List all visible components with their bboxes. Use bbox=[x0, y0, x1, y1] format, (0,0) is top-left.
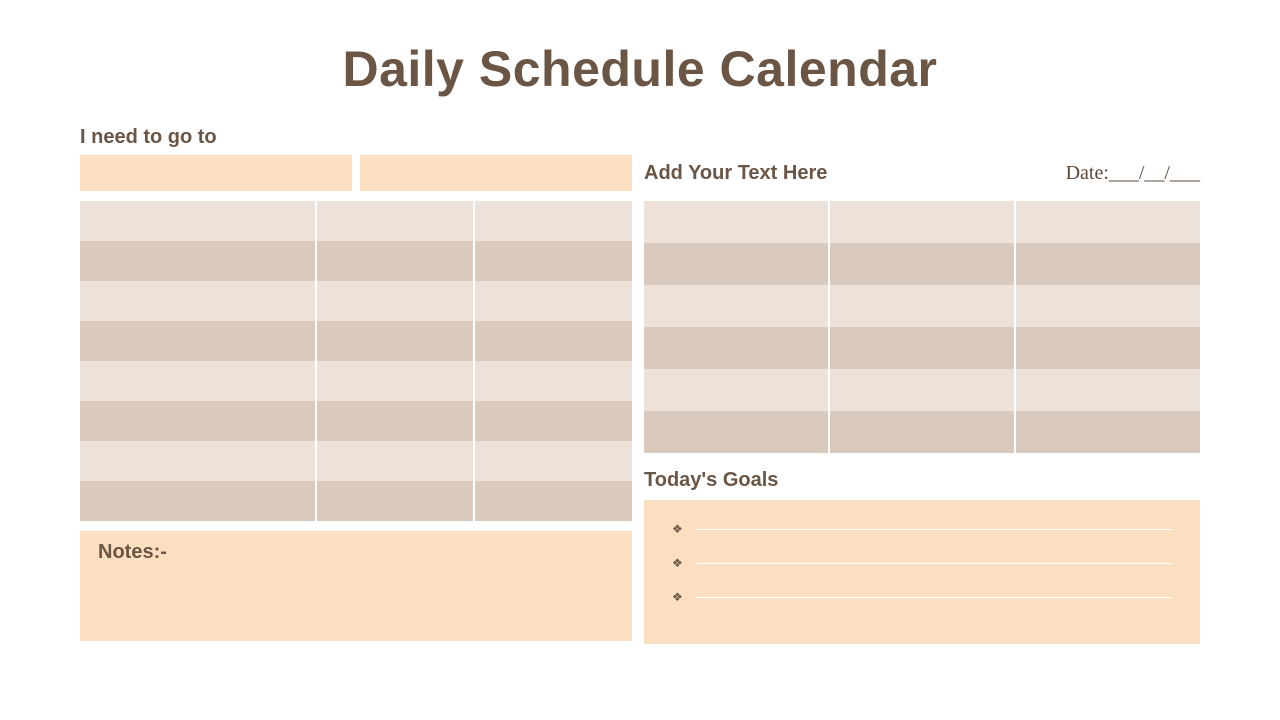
notes-box[interactable]: Notes:- bbox=[80, 531, 632, 641]
table-cell[interactable] bbox=[80, 321, 317, 361]
table-row bbox=[80, 361, 632, 401]
table-cell[interactable] bbox=[475, 321, 632, 361]
table-row bbox=[644, 369, 1200, 411]
need-to-go-field-1[interactable] bbox=[80, 155, 352, 191]
table-cell[interactable] bbox=[80, 401, 317, 441]
diamond-bullet-icon: ❖ bbox=[672, 590, 683, 604]
goal-line[interactable]: ❖ bbox=[672, 522, 1172, 536]
table-cell[interactable] bbox=[1016, 411, 1200, 453]
table-cell[interactable] bbox=[830, 285, 1016, 327]
table-cell[interactable] bbox=[80, 281, 317, 321]
table-cell[interactable] bbox=[644, 285, 830, 327]
table-cell[interactable] bbox=[475, 401, 632, 441]
table-cell[interactable] bbox=[317, 441, 476, 481]
table-cell[interactable] bbox=[830, 201, 1016, 243]
table-cell[interactable] bbox=[80, 481, 317, 521]
table-row bbox=[80, 241, 632, 281]
table-cell[interactable] bbox=[317, 281, 476, 321]
table-cell[interactable] bbox=[830, 369, 1016, 411]
page-title: Daily Schedule Calendar bbox=[80, 40, 1200, 98]
table-row bbox=[644, 327, 1200, 369]
table-cell[interactable] bbox=[475, 441, 632, 481]
goal-line-rule bbox=[695, 597, 1172, 598]
table-cell[interactable] bbox=[644, 327, 830, 369]
table-cell[interactable] bbox=[317, 241, 476, 281]
diamond-bullet-icon: ❖ bbox=[672, 556, 683, 570]
need-to-go-field-2[interactable] bbox=[360, 155, 632, 191]
diamond-bullet-icon: ❖ bbox=[672, 522, 683, 536]
table-cell[interactable] bbox=[830, 411, 1016, 453]
table-row bbox=[80, 201, 632, 241]
table-cell[interactable] bbox=[475, 361, 632, 401]
table-cell[interactable] bbox=[644, 411, 830, 453]
table-cell[interactable] bbox=[1016, 369, 1200, 411]
table-row bbox=[80, 441, 632, 481]
goal-line-rule bbox=[695, 529, 1172, 530]
table-cell[interactable] bbox=[475, 241, 632, 281]
table-cell[interactable] bbox=[1016, 243, 1200, 285]
table-cell[interactable] bbox=[317, 321, 476, 361]
table-row bbox=[80, 401, 632, 441]
table-cell[interactable] bbox=[644, 201, 830, 243]
table-cell[interactable] bbox=[317, 481, 476, 521]
table-cell[interactable] bbox=[475, 201, 632, 241]
table-cell[interactable] bbox=[317, 201, 476, 241]
table-row bbox=[644, 411, 1200, 453]
table-cell[interactable] bbox=[830, 243, 1016, 285]
table-cell[interactable] bbox=[317, 361, 476, 401]
table-cell[interactable] bbox=[1016, 327, 1200, 369]
table-row bbox=[644, 243, 1200, 285]
table-cell[interactable] bbox=[80, 201, 317, 241]
date-label[interactable]: Date:___/__/___ bbox=[1066, 162, 1200, 191]
goal-line[interactable]: ❖ bbox=[672, 590, 1172, 604]
table-cell[interactable] bbox=[475, 281, 632, 321]
table-cell[interactable] bbox=[80, 241, 317, 281]
need-to-go-label: I need to go to bbox=[80, 126, 632, 149]
notes-label: Notes:- bbox=[98, 541, 614, 564]
table-cell[interactable] bbox=[830, 327, 1016, 369]
table-row bbox=[644, 285, 1200, 327]
goals-label: Today's Goals bbox=[644, 469, 1200, 492]
table-cell[interactable] bbox=[80, 441, 317, 481]
goals-box: ❖ ❖ ❖ bbox=[644, 500, 1200, 644]
table-cell[interactable] bbox=[644, 243, 830, 285]
table-row bbox=[644, 201, 1200, 243]
goal-line[interactable]: ❖ bbox=[672, 556, 1172, 570]
goal-line-rule bbox=[695, 563, 1172, 564]
add-text-label: Add Your Text Here bbox=[644, 162, 1024, 191]
table-cell[interactable] bbox=[1016, 201, 1200, 243]
table-row bbox=[80, 321, 632, 361]
table-cell[interactable] bbox=[80, 361, 317, 401]
left-schedule-table bbox=[80, 201, 632, 521]
table-row bbox=[80, 481, 632, 521]
table-row bbox=[80, 281, 632, 321]
right-schedule-table bbox=[644, 201, 1200, 453]
table-cell[interactable] bbox=[317, 401, 476, 441]
table-cell[interactable] bbox=[644, 369, 830, 411]
table-cell[interactable] bbox=[475, 481, 632, 521]
table-cell[interactable] bbox=[1016, 285, 1200, 327]
